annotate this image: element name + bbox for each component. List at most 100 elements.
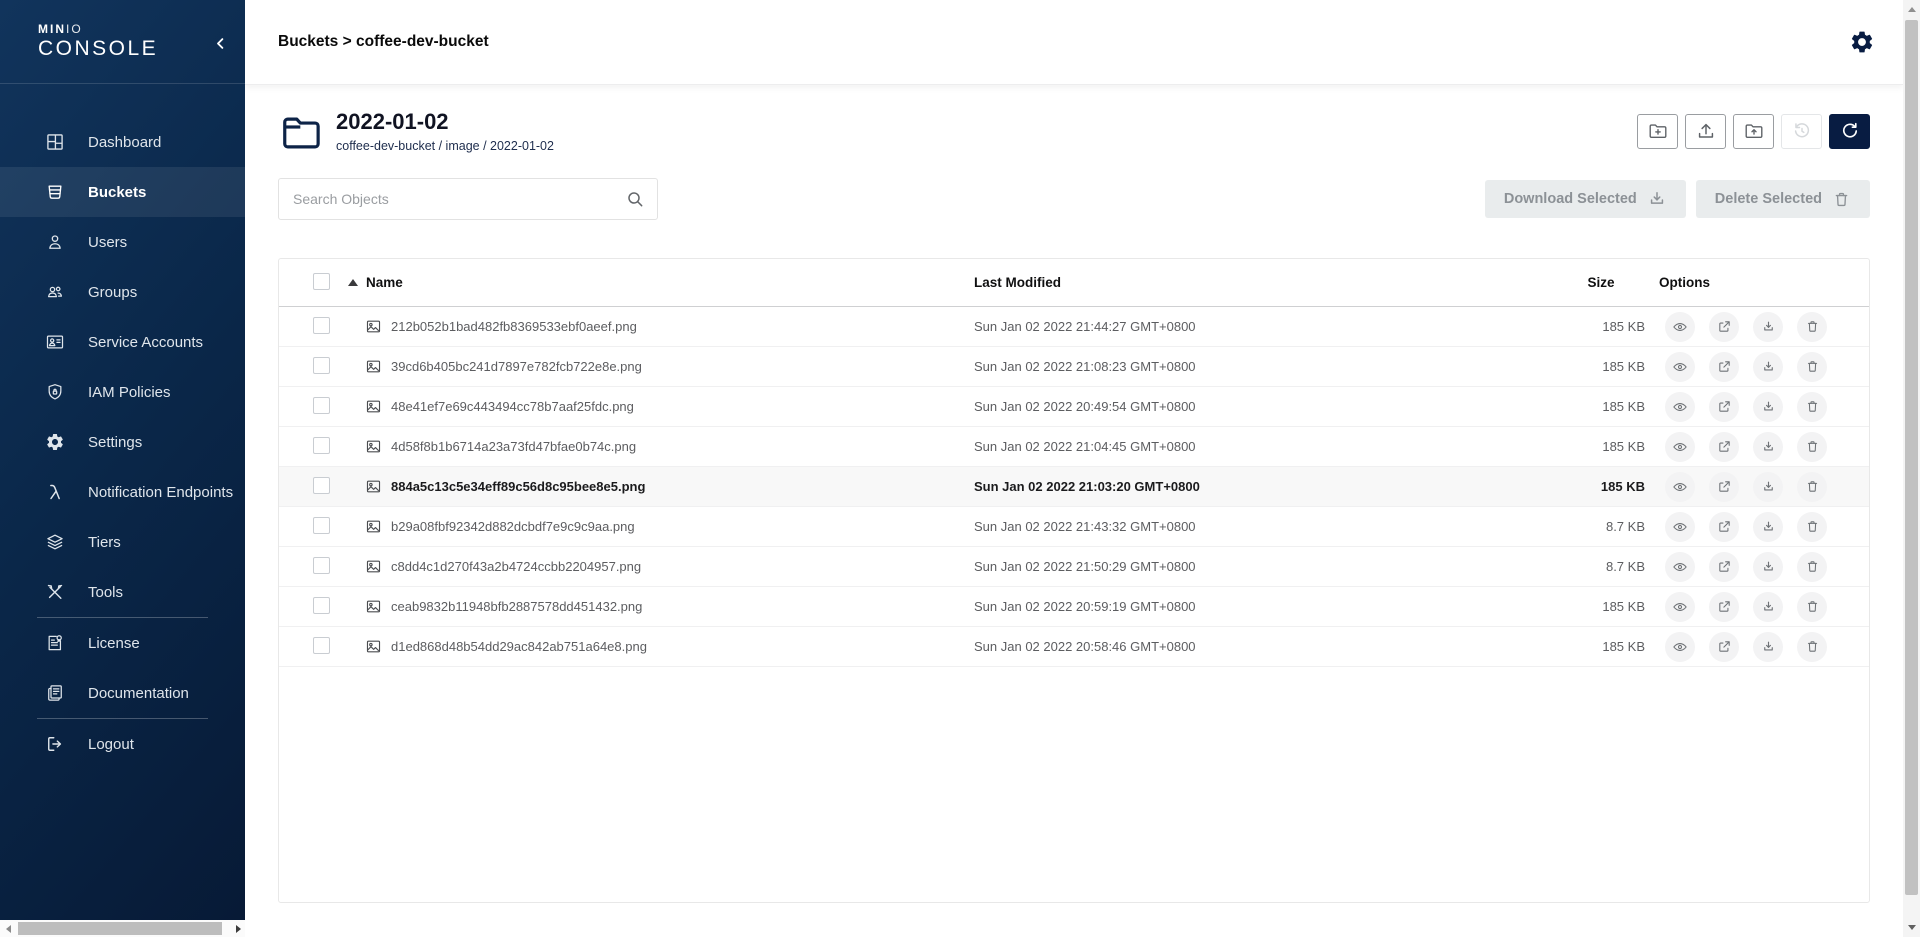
download-icon[interactable] bbox=[1753, 632, 1783, 662]
image-file-icon bbox=[365, 598, 382, 615]
new-path-button[interactable] bbox=[1637, 114, 1678, 149]
download-icon[interactable] bbox=[1753, 432, 1783, 462]
sidebar-item-buckets[interactable]: Buckets bbox=[0, 167, 245, 217]
vertical-scrollbar-thumb[interactable] bbox=[1905, 20, 1918, 895]
preview-eye-icon[interactable] bbox=[1665, 472, 1695, 502]
scroll-down-arrow[interactable] bbox=[1908, 925, 1916, 930]
row-checkbox[interactable] bbox=[313, 357, 330, 374]
lambda-icon bbox=[45, 482, 65, 502]
table-row[interactable]: ceab9832b11948bfb2887578dd451432.png Sun… bbox=[279, 587, 1869, 627]
share-icon[interactable] bbox=[1709, 632, 1739, 662]
scroll-up-arrow[interactable] bbox=[1908, 7, 1916, 12]
delete-trash-icon[interactable] bbox=[1797, 592, 1827, 622]
share-icon[interactable] bbox=[1709, 352, 1739, 382]
sidebar-item-tools[interactable]: Tools bbox=[0, 567, 245, 617]
select-all-checkbox[interactable] bbox=[313, 273, 330, 290]
share-icon[interactable] bbox=[1709, 512, 1739, 542]
sidebar-item-logout[interactable]: Logout bbox=[0, 719, 245, 769]
share-icon[interactable] bbox=[1709, 392, 1739, 422]
sidebar-item-tiers[interactable]: Tiers bbox=[0, 517, 245, 567]
sidebar-item-groups[interactable]: Groups bbox=[0, 267, 245, 317]
download-icon[interactable] bbox=[1753, 512, 1783, 542]
delete-trash-icon[interactable] bbox=[1797, 472, 1827, 502]
delete-selected-button[interactable]: Delete Selected bbox=[1696, 180, 1870, 218]
share-icon[interactable] bbox=[1709, 552, 1739, 582]
column-header-name[interactable]: Name bbox=[366, 275, 403, 290]
share-icon[interactable] bbox=[1709, 312, 1739, 342]
table-row[interactable]: 4d58f8b1b6714a23a73fd47bfae0b74c.png Sun… bbox=[279, 427, 1869, 467]
download-icon[interactable] bbox=[1753, 392, 1783, 422]
rewind-button[interactable] bbox=[1781, 114, 1822, 149]
delete-trash-icon[interactable] bbox=[1797, 632, 1827, 662]
delete-trash-icon[interactable] bbox=[1797, 352, 1827, 382]
settings-gear-icon[interactable] bbox=[1849, 29, 1875, 55]
horizontal-scrollbar-thumb[interactable] bbox=[18, 922, 222, 935]
row-checkbox[interactable] bbox=[313, 317, 330, 334]
object-name: 4d58f8b1b6714a23a73fd47bfae0b74c.png bbox=[391, 439, 636, 454]
vertical-scrollbar[interactable] bbox=[1903, 0, 1920, 937]
download-icon[interactable] bbox=[1753, 472, 1783, 502]
table-row[interactable]: 39cd6b405bc241d7897e782fcb722e8e.png Sun… bbox=[279, 347, 1869, 387]
row-checkbox[interactable] bbox=[313, 397, 330, 414]
row-checkbox[interactable] bbox=[313, 477, 330, 494]
preview-eye-icon[interactable] bbox=[1665, 632, 1695, 662]
preview-eye-icon[interactable] bbox=[1665, 392, 1695, 422]
table-row[interactable]: b29a08fbf92342d882dcbdf7e9c9c9aa.png Sun… bbox=[279, 507, 1869, 547]
download-icon[interactable] bbox=[1753, 352, 1783, 382]
column-header-last-modified[interactable]: Last Modified bbox=[974, 275, 1551, 290]
download-selected-label: Download Selected bbox=[1504, 191, 1637, 207]
table-row[interactable]: c8dd4c1d270f43a2b4724ccbb2204957.png Sun… bbox=[279, 547, 1869, 587]
bucket-icon bbox=[45, 182, 65, 202]
collapse-sidebar-icon[interactable] bbox=[209, 32, 231, 54]
sidebar-item-settings[interactable]: Settings bbox=[0, 417, 245, 467]
delete-trash-icon[interactable] bbox=[1797, 392, 1827, 422]
table-row[interactable]: d1ed868d48b54dd29ac842ab751a64e8.png Sun… bbox=[279, 627, 1869, 667]
row-checkbox[interactable] bbox=[313, 437, 330, 454]
scroll-left-arrow[interactable] bbox=[6, 925, 11, 933]
delete-trash-icon[interactable] bbox=[1797, 512, 1827, 542]
download-selected-button[interactable]: Download Selected bbox=[1485, 180, 1686, 218]
row-checkbox[interactable] bbox=[313, 597, 330, 614]
table-row[interactable]: 212b052b1bad482fb8369533ebf0aeef.png Sun… bbox=[279, 307, 1869, 347]
table-row[interactable]: 884a5c13c5e34eff89c56d8c95bee8e5.png Sun… bbox=[279, 467, 1869, 507]
preview-eye-icon[interactable] bbox=[1665, 352, 1695, 382]
sidebar-item-service-accounts[interactable]: Service Accounts bbox=[0, 317, 245, 367]
share-icon[interactable] bbox=[1709, 472, 1739, 502]
refresh-button[interactable] bbox=[1829, 114, 1870, 149]
download-icon[interactable] bbox=[1753, 592, 1783, 622]
share-icon[interactable] bbox=[1709, 432, 1739, 462]
delete-trash-icon[interactable] bbox=[1797, 312, 1827, 342]
delete-trash-icon[interactable] bbox=[1797, 552, 1827, 582]
delete-trash-icon[interactable] bbox=[1797, 432, 1827, 462]
preview-eye-icon[interactable] bbox=[1665, 432, 1695, 462]
download-icon[interactable] bbox=[1753, 552, 1783, 582]
sidebar-item-iam-policies[interactable]: IAM Policies bbox=[0, 367, 245, 417]
breadcrumb-section[interactable]: Buckets bbox=[278, 33, 338, 50]
sidebar-item-label: Service Accounts bbox=[88, 334, 203, 351]
sidebar-item-documentation[interactable]: Documentation bbox=[0, 668, 245, 718]
sidebar-item-dashboard[interactable]: Dashboard bbox=[0, 117, 245, 167]
row-checkbox[interactable] bbox=[313, 637, 330, 654]
breadcrumb[interactable]: Buckets > coffee-dev-bucket bbox=[278, 33, 489, 51]
table-row[interactable]: 48e41ef7e69c443494cc78b7aaf25fdc.png Sun… bbox=[279, 387, 1869, 427]
sidebar-item-users[interactable]: Users bbox=[0, 217, 245, 267]
sidebar-item-license[interactable]: License bbox=[0, 618, 245, 668]
upload-file-button[interactable] bbox=[1685, 114, 1726, 149]
horizontal-scrollbar[interactable] bbox=[0, 920, 245, 937]
download-icon[interactable] bbox=[1753, 312, 1783, 342]
column-header-size[interactable]: Size bbox=[1551, 275, 1651, 290]
search-input[interactable] bbox=[293, 191, 625, 207]
scroll-right-arrow[interactable] bbox=[236, 925, 241, 933]
preview-eye-icon[interactable] bbox=[1665, 552, 1695, 582]
row-checkbox[interactable] bbox=[313, 557, 330, 574]
upload-folder-button[interactable] bbox=[1733, 114, 1774, 149]
preview-eye-icon[interactable] bbox=[1665, 512, 1695, 542]
row-checkbox[interactable] bbox=[313, 517, 330, 534]
sidebar-item-notification-endpoints[interactable]: Notification Endpoints bbox=[0, 467, 245, 517]
sidebar-item-label: IAM Policies bbox=[88, 384, 171, 401]
folder-upload-icon bbox=[1743, 120, 1765, 142]
sort-ascending-icon[interactable] bbox=[348, 279, 358, 286]
share-icon[interactable] bbox=[1709, 592, 1739, 622]
preview-eye-icon[interactable] bbox=[1665, 312, 1695, 342]
preview-eye-icon[interactable] bbox=[1665, 592, 1695, 622]
